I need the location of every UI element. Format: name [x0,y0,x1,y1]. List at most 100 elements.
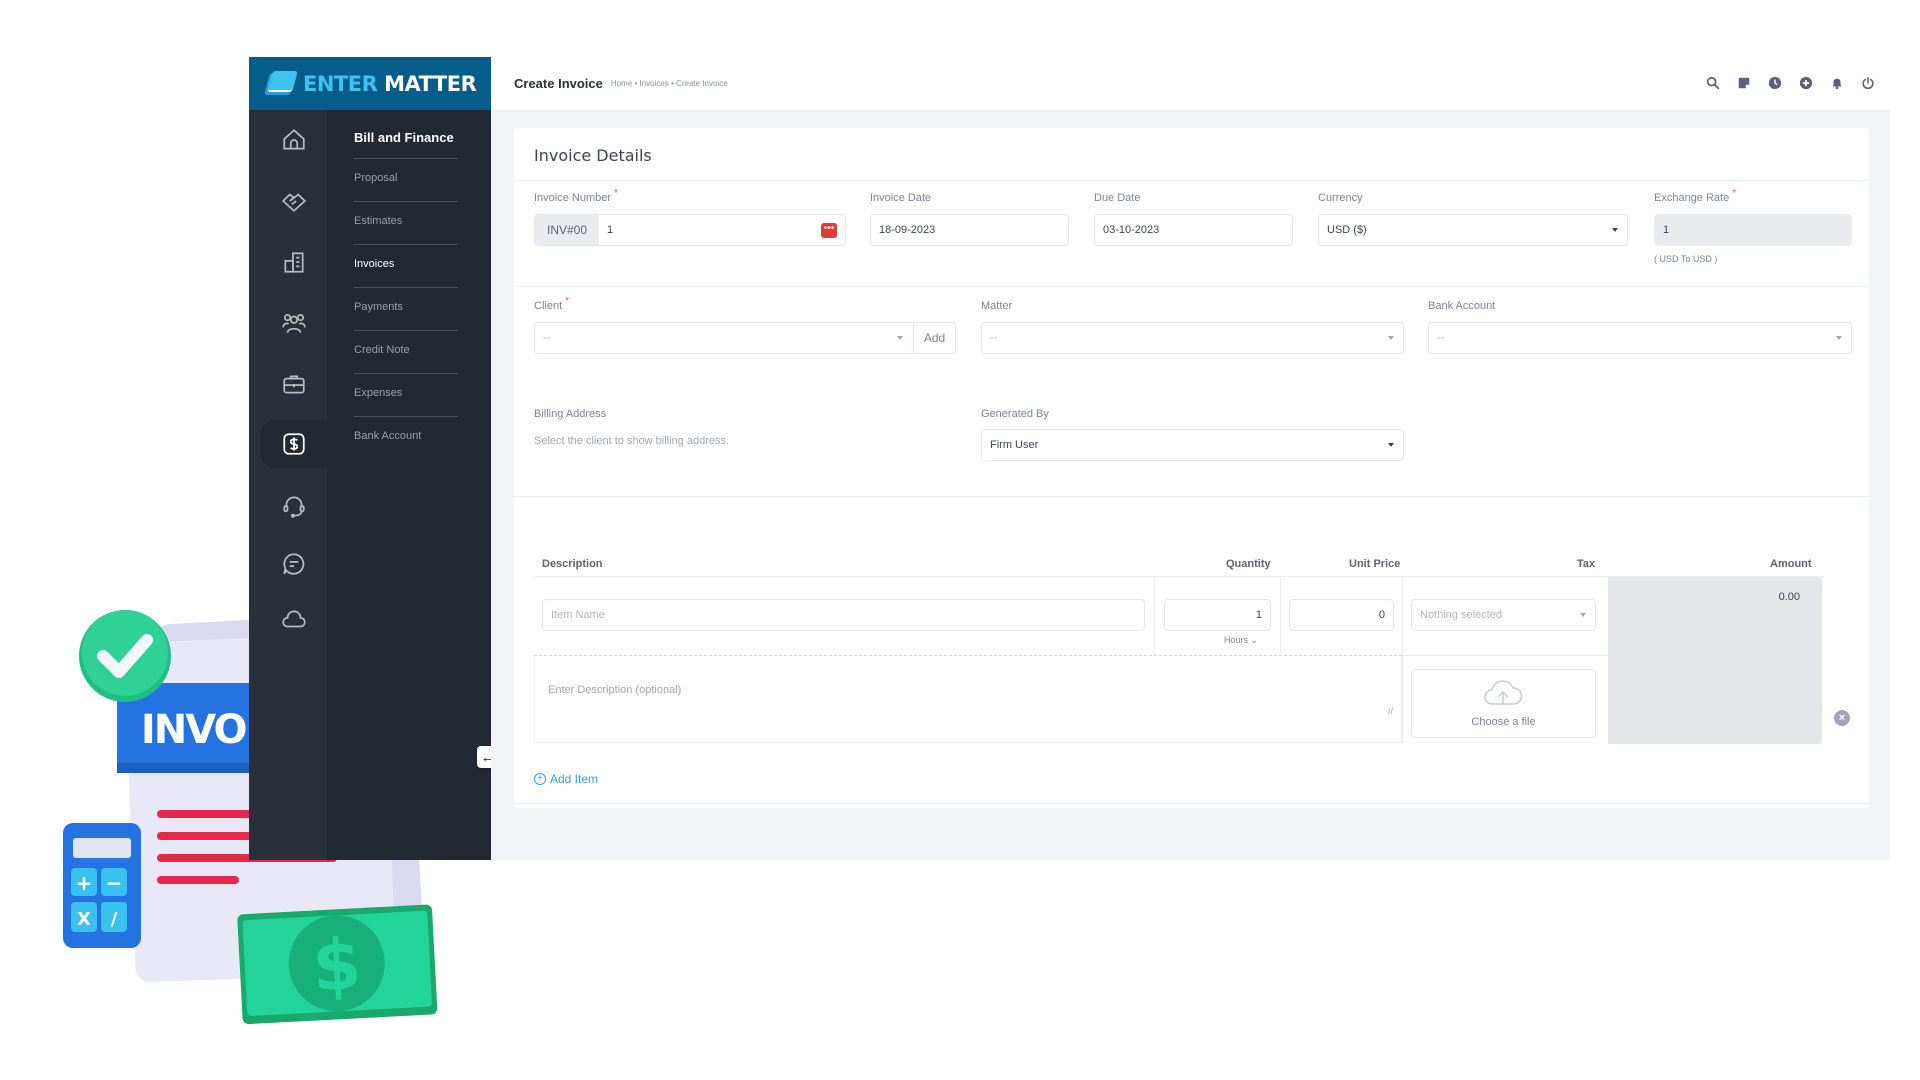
divider [514,286,1869,287]
billing-address-label: Billing Address [534,408,607,420]
banknote-symbol: $ [310,923,363,1007]
invoice-date-value: 18-09-2023 [879,224,936,236]
clock-icon[interactable] [1768,76,1782,90]
exchange-rate-value: 1 [1663,224,1670,236]
sticky-note-icon[interactable] [1737,76,1751,90]
currency-select[interactable]: USD ($) [1318,214,1628,246]
client-placeholder: -- [543,332,551,344]
building-icon [284,252,304,273]
invoice-number-label: Invoice Number * [534,188,618,204]
description-textarea[interactable]: Enter Description (optional) // [534,656,1402,743]
breadcrumb[interactable]: Home • Invoices • Create Invoice [611,79,728,88]
upload-label: Choose a file [1471,716,1536,728]
amount-value: 0.00 [1778,591,1800,603]
column-header-description: Description [542,558,603,570]
tax-select[interactable]: Nothing selected [1411,599,1596,631]
unit-price-input[interactable]: 0 [1289,599,1394,631]
invoice-number-field[interactable]: INV#00 1 ••• [534,214,846,246]
unit-dropdown[interactable]: Hours ⌄ [1224,635,1258,646]
sidebar-icon-support[interactable] [261,482,327,530]
unit-price-value: 0 [1378,609,1385,621]
client-select[interactable]: -- Add [534,322,956,354]
client-label: Client * [534,296,570,312]
resize-handle-icon[interactable]: // [1388,706,1393,716]
sidebar-item-proposal[interactable]: Proposal [354,158,458,201]
sidebar-item-credit-note[interactable]: Credit Note [354,330,458,373]
remove-row-icon[interactable]: × [1834,710,1850,726]
card-title: Invoice Details [534,146,652,165]
bank-account-select[interactable]: -- [1428,322,1852,354]
calc-key: / [111,909,118,930]
sidebar-icon-deals[interactable] [261,177,327,225]
sidebar-item-bank-account[interactable]: Bank Account [354,416,458,459]
bank-account-placeholder: -- [1437,332,1445,344]
add-client-button[interactable]: Add [913,323,955,353]
invoice-prefix: INV#00 [535,215,599,245]
sidebar-icon-billing[interactable] [261,420,327,468]
power-icon[interactable] [1861,76,1875,90]
caret-down-icon [1580,613,1586,617]
home-icon [283,129,305,150]
generated-by-value: Firm User [990,439,1039,451]
users-icon [282,314,306,333]
sidebar-item-payments[interactable]: Payments [354,287,458,330]
sidebar-icon-matters[interactable] [261,360,327,408]
chat-icon [283,553,305,575]
column-header-quantity: Quantity [1226,558,1271,570]
calc-key: − [106,871,123,895]
caret-down-icon [1388,443,1394,447]
sidebar-icon-organizations[interactable] [261,238,327,286]
more-options-button[interactable]: ••• [821,223,837,238]
sidebar-item-estimates[interactable]: Estimates [354,201,458,244]
matter-label: Matter [981,300,1013,312]
sidebar-icon-cloud[interactable] [261,596,327,644]
chevron-down-icon: ⌄ [1250,635,1259,645]
briefcase-icon [283,375,305,394]
bell-icon[interactable] [1830,76,1844,90]
sidebar-item-expenses[interactable]: Expenses [354,373,458,416]
sidebar-icon-messages[interactable] [261,540,327,588]
column-header-tax: Tax [1577,558,1596,570]
handshake-icon [281,193,307,212]
sidebar-icon-contacts[interactable] [261,299,327,347]
exchange-rate-field[interactable]: 1 [1654,214,1852,246]
sidebar-icon-home[interactable] [261,116,327,164]
generated-by-label: Generated By [981,408,1049,420]
cloud-upload-icon [1484,680,1523,705]
divider [514,496,1869,497]
file-upload[interactable]: Choose a file [1411,669,1596,738]
quantity-input[interactable]: 1 [1164,599,1271,631]
column-header-unit-price: Unit Price [1349,558,1401,570]
page-title: Create Invoice [514,76,603,91]
due-date-value: 03-10-2023 [1103,224,1160,236]
matter-placeholder: -- [990,332,998,344]
description-placeholder: Enter Description (optional) [548,684,682,696]
sidebar-icon-rail [249,110,327,860]
currency-label: Currency [1318,192,1363,204]
caret-down-icon [897,336,903,340]
add-item-button[interactable]: + Add Item [534,772,598,786]
invoice-date-field[interactable]: 18-09-2023 [870,214,1069,246]
generated-by-select[interactable]: Firm User [981,429,1404,461]
top-header: Create Invoice Home • Invoices • Create … [491,57,1890,110]
plus-circle-icon: + [534,773,546,785]
matter-select[interactable]: -- [981,322,1404,354]
logo-mark-icon [264,70,298,97]
calc-key: + [76,871,93,895]
sidebar-item-invoices[interactable]: Invoices [354,244,458,287]
app-window: ENTER MATTER Bill and Finance Proposal E… [249,57,1890,860]
divider [514,180,1869,181]
banknote-icon: $ [237,904,438,1025]
amount-cell: 0.00 [1608,577,1822,744]
item-name-input[interactable]: Item Name [542,599,1145,631]
calc-key: X [77,909,91,930]
due-date-field[interactable]: 03-10-2023 [1094,214,1293,246]
column-header-amount: Amount [1770,558,1812,570]
caret-down-icon [1388,336,1394,340]
plus-circle-icon[interactable] [1799,76,1813,90]
add-item-label: Add Item [550,772,599,786]
header-toolbar [1706,76,1875,90]
search-icon[interactable] [1706,76,1720,90]
brand-logo[interactable]: ENTER MATTER [249,57,491,110]
brand-name: ENTER MATTER [303,71,477,96]
